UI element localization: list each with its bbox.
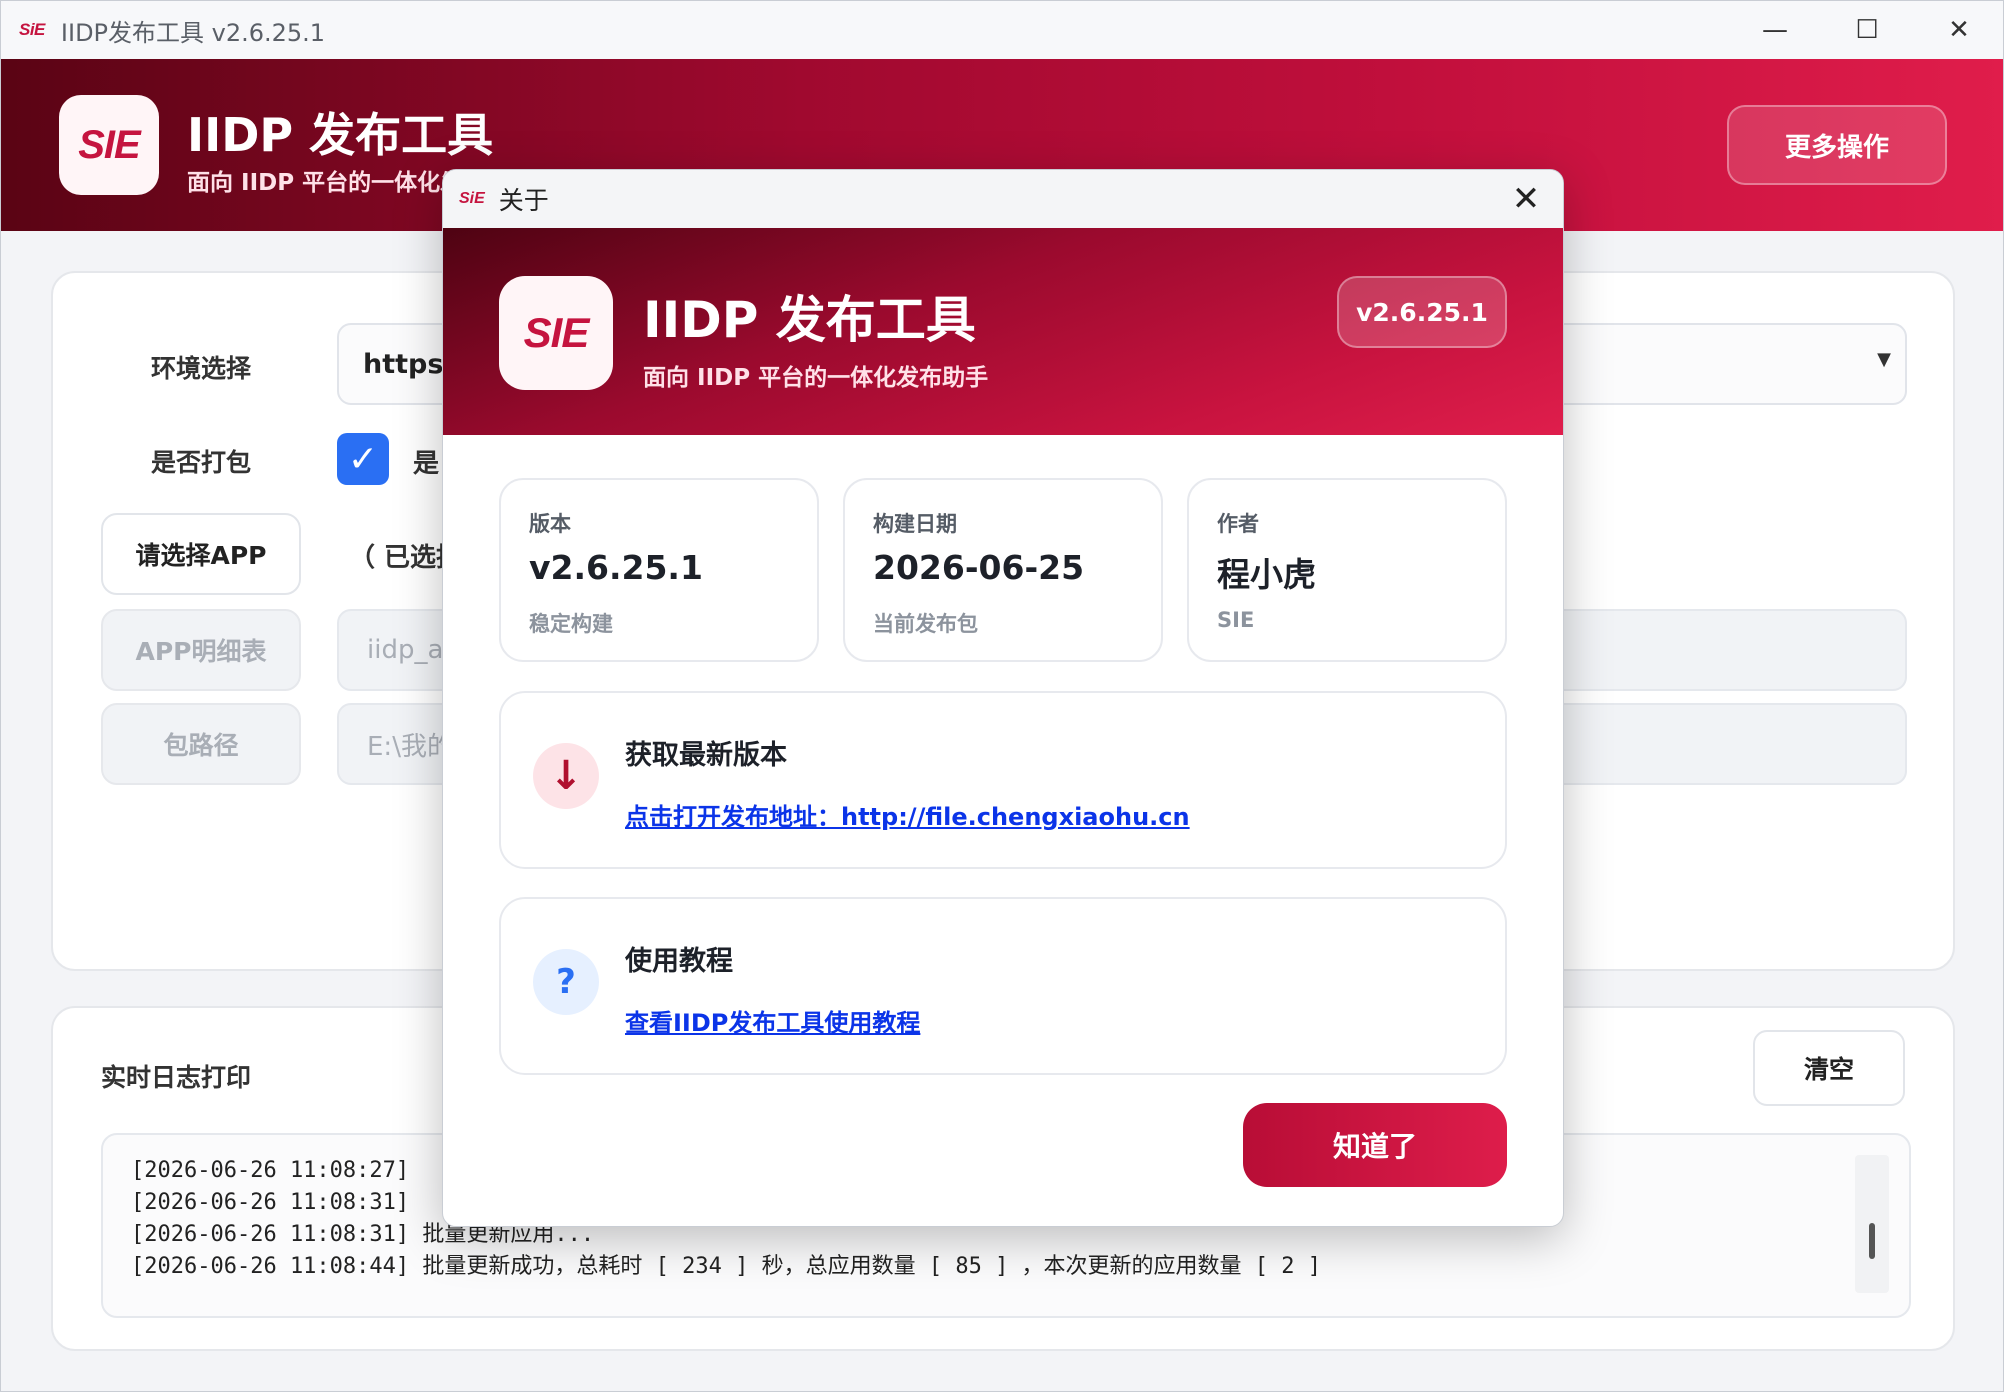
version-card-value: v2.6.25.1 (529, 548, 703, 587)
about-dialog-title: 关于 (498, 186, 549, 215)
pack-checkbox-label[interactable]: 是 (413, 443, 439, 480)
env-label: 环境选择 (151, 354, 252, 383)
app-title: IIDP 发布工具 (187, 108, 494, 162)
version-card-label: 版本 (529, 512, 571, 536)
ok-button[interactable]: 知道了 (1243, 1103, 1507, 1187)
minimize-icon[interactable]: — (1729, 1, 1821, 59)
tutorial-title: 使用教程 (625, 946, 733, 977)
author-card: 作者 程小虎 SIE (1187, 478, 1507, 662)
tutorial-card: ? 使用教程 查看IIDP发布工具使用教程 (499, 897, 1507, 1075)
more-actions-button[interactable]: 更多操作 (1727, 105, 1947, 185)
build-date-card-value: 2026-06-25 (873, 548, 1085, 587)
pack-checkbox[interactable]: ✓ (337, 433, 389, 485)
about-titlebar-logo-icon: SiE (459, 190, 485, 207)
tutorial-link[interactable]: 查看IIDP发布工具使用教程 (625, 1003, 920, 1038)
download-link[interactable]: 点击打开发布地址：http://file.chengxiaohu.cn (625, 797, 1190, 832)
select-app-button[interactable]: 请选择APP (101, 513, 301, 595)
version-badge: v2.6.25.1 (1337, 276, 1507, 348)
log-title: 实时日志打印 (101, 1063, 252, 1092)
build-date-card-label: 构建日期 (873, 512, 957, 536)
download-card: ↓ 获取最新版本 点击打开发布地址：http://file.chengxiaoh… (499, 691, 1507, 869)
window-title: IIDP发布工具 v2.6.25.1 (60, 18, 326, 47)
author-card-note: SIE (1217, 608, 1255, 632)
version-card: 版本 v2.6.25.1 稳定构建 (499, 478, 819, 662)
about-dialog: SiE 关于 ✕ SIE IIDP 发布工具 面向 IIDP 平台的一体化发布助… (442, 169, 1564, 1227)
about-title: IIDP 发布工具 (643, 291, 976, 349)
app-detail-button[interactable]: APP明细表 (101, 609, 301, 691)
help-icon: ? (533, 949, 599, 1015)
about-subtitle: 面向 IIDP 平台的一体化发布助手 (643, 365, 989, 391)
check-icon: ✓ (347, 438, 379, 480)
close-icon[interactable]: ✕ (1503, 176, 1549, 222)
about-logo: SIE (499, 276, 613, 390)
about-dialog-titlebar[interactable]: SiE 关于 ✕ (443, 170, 1563, 228)
download-title: 获取最新版本 (625, 740, 787, 771)
app-window: SiE IIDP发布工具 v2.6.25.1 — ☐ ✕ SIE IIDP 发布… (0, 0, 2004, 1392)
titlebar-logo-icon: SiE (19, 20, 45, 39)
build-date-card: 构建日期 2026-06-25 当前发布包 (843, 478, 1163, 662)
build-date-card-note: 当前发布包 (873, 612, 978, 636)
pack-label: 是否打包 (151, 448, 252, 477)
author-card-value: 程小虎 (1217, 555, 1316, 594)
app-logo: SIE (59, 95, 159, 195)
download-arrow-icon: ↓ (533, 743, 599, 809)
log-line: [2026-06-26 11:08:44] 批量更新成功，总耗时 [ 234 ]… (131, 1254, 1322, 1279)
log-scrollbar-thumb[interactable] (1869, 1223, 1875, 1259)
maximize-icon[interactable]: ☐ (1821, 1, 1913, 59)
chevron-down-icon: ▼ (1877, 349, 1891, 370)
window-titlebar[interactable]: SiE IIDP发布工具 v2.6.25.1 — ☐ ✕ (1, 1, 2003, 59)
author-card-label: 作者 (1217, 512, 1259, 536)
log-scrollbar[interactable] (1855, 1155, 1889, 1293)
pkg-path-button[interactable]: 包路径 (101, 703, 301, 785)
close-icon[interactable]: ✕ (1913, 1, 2003, 59)
version-card-note: 稳定构建 (529, 612, 613, 636)
window-controls: — ☐ ✕ (1729, 1, 2003, 59)
clear-log-button[interactable]: 清空 (1753, 1030, 1905, 1106)
about-hero: SIE IIDP 发布工具 面向 IIDP 平台的一体化发布助手 v2.6.25… (443, 228, 1563, 435)
